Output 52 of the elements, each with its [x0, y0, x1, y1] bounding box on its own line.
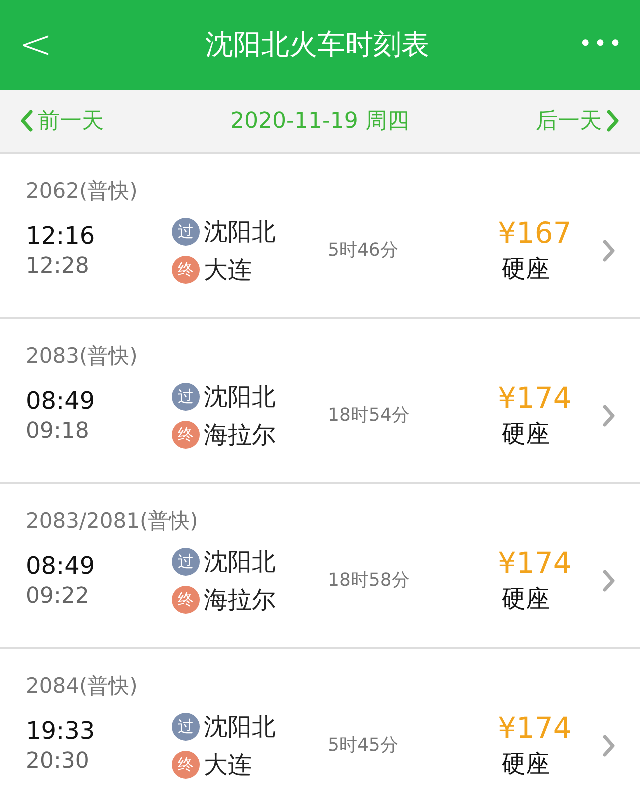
- duration: 5时46分: [328, 239, 400, 263]
- train-number: 2083(普快): [26, 343, 138, 370]
- departure-time: 08:49: [26, 550, 96, 582]
- seat-type: 硬座: [502, 748, 550, 780]
- train-row[interactable]: 2084(普快) 19:33 20:30 过 沈阳北 终 大连 5时45分 ¥174 硬座: [0, 649, 640, 793]
- train-row[interactable]: 2062(普快) 12:16 12:28 过 沈阳北 终 大连 5时46分 ¥167 硬座: [0, 154, 640, 317]
- duration: 18时54分: [328, 404, 411, 428]
- duration: 5时45分: [328, 734, 400, 758]
- arrival-time: 12:28: [26, 252, 90, 280]
- train-number: 2083/2081(普快): [26, 508, 198, 535]
- station-name: 大连: [204, 254, 252, 286]
- arrival-time: 20:30: [26, 748, 90, 776]
- station-name: 沈阳北: [204, 216, 276, 248]
- chevron-right-icon: [602, 402, 616, 428]
- station-badge: 过: [172, 382, 200, 410]
- station-name: 沈阳北: [204, 712, 276, 742]
- chevron-right-icon: [602, 568, 616, 594]
- station-badge: 终: [172, 256, 200, 284]
- seat-type: 硬座: [502, 254, 550, 284]
- price: ¥167: [498, 214, 572, 250]
- chevron-right-icon: [602, 732, 616, 758]
- chevron-right-icon: [602, 238, 616, 264]
- train-row[interactable]: 2083/2081(普快) 08:49 09:22 过 沈阳北 终 海拉尔 18时58分 ¥174 硬座: [0, 484, 640, 647]
- station-name: 海拉尔: [204, 584, 276, 616]
- train-row[interactable]: 2083(普快) 08:49 09:18 过 沈阳北 终 海拉尔 18时54分 ¥174 硬座: [0, 319, 640, 482]
- departure-time: 08:49: [26, 386, 96, 416]
- arrival-time: 09:18: [26, 418, 90, 446]
- train-number: 2084(普快): [26, 673, 138, 700]
- station-name: 大连: [204, 750, 252, 780]
- station-name: 海拉尔: [204, 420, 276, 450]
- price: ¥174: [498, 544, 572, 580]
- station-badge: 过: [172, 548, 200, 576]
- train-number: 2062(普快): [26, 178, 138, 205]
- price: ¥174: [498, 380, 572, 416]
- page-title: 沈阳北火车时刻表: [204, 27, 431, 63]
- station-name: 沈阳北: [204, 546, 276, 578]
- duration: 18时58分: [328, 569, 411, 593]
- chevron-right-icon: [606, 109, 620, 133]
- price: ¥174: [498, 710, 572, 746]
- seat-type: 硬座: [502, 584, 550, 614]
- station-badge: 过: [172, 218, 200, 246]
- departure-time: 19:33: [26, 716, 96, 746]
- chevron-left-icon: [20, 109, 34, 133]
- station-badge: 终: [172, 586, 200, 614]
- date-label: 2020-11-19 周四: [230, 108, 410, 136]
- station-name: 沈阳北: [204, 382, 276, 412]
- station-badge: 过: [172, 712, 200, 740]
- station-badge: 终: [172, 750, 200, 778]
- departure-time: 12:16: [26, 220, 96, 252]
- station-badge: 终: [172, 420, 200, 448]
- seat-type: 硬座: [502, 418, 550, 450]
- arrival-time: 09:22: [26, 582, 90, 610]
